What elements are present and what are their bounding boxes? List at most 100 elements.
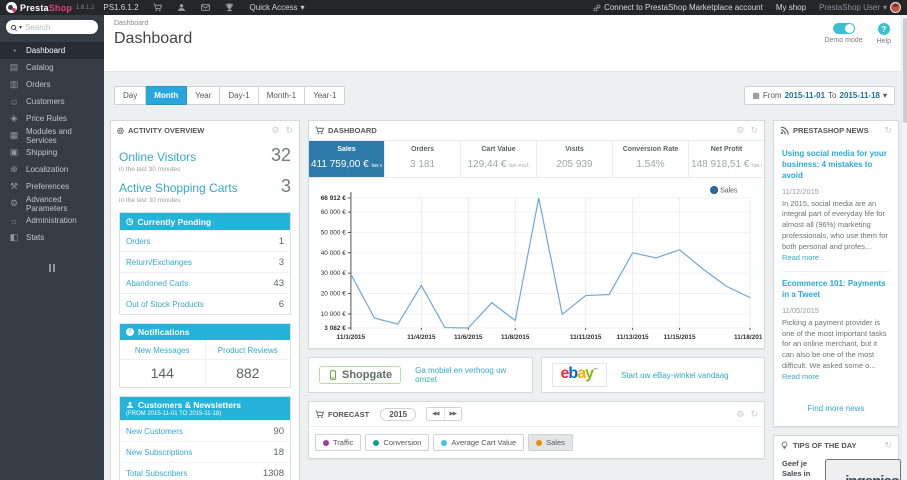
trophy-icon[interactable] <box>225 3 234 12</box>
page-header: Dashboard Dashboard Demo mode ? Help <box>104 15 907 72</box>
sidebar-item-advanced-parameters[interactable]: ⚙ Advanced Parameters <box>0 195 104 213</box>
skip-back-icon[interactable]: ◀◀ <box>427 408 444 420</box>
skip-forward-icon[interactable]: ▶▶ <box>443 408 461 420</box>
new-messages-link[interactable]: New Messages <box>120 342 205 360</box>
bar-chart-icon: ◧ <box>9 232 19 242</box>
shopgate-ad: Shopgate Ga mobiel en verhoog uw omzet <box>308 357 533 393</box>
quick-access-menu[interactable]: Quick Access ▾ <box>250 3 305 12</box>
sidebar-item-preferences[interactable]: ⚒ Preferences <box>0 178 104 195</box>
ingenico-logo[interactable]: ingenico Paymentservices <box>824 458 901 480</box>
kpi-orders[interactable]: Orders 3 181 <box>384 141 460 177</box>
kpi-sales[interactable]: Sales 411 759,00 € tax excl. <box>309 141 384 177</box>
refresh-icon[interactable]: ↻ <box>884 126 892 135</box>
sidebar-item-catalog[interactable]: ▤ Catalog <box>0 59 104 76</box>
pending-row: Orders 1 <box>120 230 290 251</box>
book-icon: ▤ <box>9 62 19 72</box>
user-menu[interactable]: PrestaShop User ▾ <box>819 2 901 13</box>
sidebar-item-price-rules[interactable]: ◈ Price Rules <box>0 110 104 127</box>
refresh-icon[interactable]: ↻ <box>884 440 892 450</box>
find-more-news-link[interactable]: Find more news <box>808 404 865 413</box>
news-title-link[interactable]: Using social media for your business: 4 … <box>782 149 890 181</box>
main-area: Dashboard Dashboard Demo mode ? Help Day… <box>104 15 907 480</box>
demo-mode-toggle[interactable] <box>832 23 855 34</box>
refresh-icon[interactable]: ↻ <box>285 126 293 135</box>
tips-of-the-day-panel: TIPS OF THE DAY ↻ Geef je Sales in het b… <box>773 434 901 480</box>
news-excerpt: Picking a payment provider is one of the… <box>782 317 887 382</box>
ebay-link[interactable]: Start uw eBay-winkel vandaag <box>621 371 729 380</box>
notifications-section: ! Notifications New Messages 144 Product… <box>119 323 291 388</box>
legend-traffic-button[interactable]: Traffic <box>315 434 362 451</box>
news-title-link[interactable]: Ecommerce 101: Payments in a Tweet <box>782 279 890 301</box>
person-icon[interactable] <box>177 3 186 12</box>
new-subscriptions-link[interactable]: New Subscriptions <box>126 448 192 457</box>
sidebar-item-shipping[interactable]: ▣ Shipping <box>0 144 104 161</box>
ebay-logo[interactable]: ebay™ <box>551 363 607 387</box>
scrollbar-thumb[interactable] <box>903 18 907 123</box>
range-day-button[interactable]: Day <box>114 86 147 105</box>
active-carts-subtitle: in the last 30 minutes <box>119 197 181 204</box>
calendar-icon: ▦ <box>752 91 760 100</box>
legend-sales-button[interactable]: Sales <box>528 434 573 451</box>
legend-conversion-button[interactable]: Conversion <box>365 434 430 451</box>
refresh-icon[interactable]: ↻ <box>750 126 758 135</box>
sidebar-item-modules[interactable]: ▦ Modules and Services <box>0 127 104 145</box>
gear-icon[interactable]: ⚙ <box>271 126 279 135</box>
product-reviews-link[interactable]: Product Reviews <box>205 342 290 360</box>
chevron-down-icon: ▾ <box>300 3 305 12</box>
my-shop-link[interactable]: My shop <box>776 3 806 12</box>
sidebar-item-stats[interactable]: ◧ Stats <box>0 229 104 246</box>
kpi-conversion-rate[interactable]: Conversion Rate 1.54% <box>612 141 688 177</box>
sidebar-item-customers[interactable]: ☺ Customers <box>0 93 104 110</box>
new-messages-value: 144 <box>150 365 174 381</box>
svg-text:3 082 €: 3 082 € <box>324 325 346 332</box>
sidebar-item-dashboard[interactable]: ◔ Dashboard <box>0 42 104 59</box>
returns-link[interactable]: Return/Exchanges <box>126 258 192 267</box>
currently-pending-section: ◷ Currently Pending Orders 1 Return/Exch… <box>119 212 291 315</box>
sidebar-item-administration[interactable]: ☼ Administration <box>0 212 104 229</box>
active-carts-link[interactable]: Active Shopping Carts <box>119 181 238 195</box>
svg-text:11/13/2015: 11/13/2015 <box>617 334 649 341</box>
sidebar-item-localization[interactable]: ⊕ Localization <box>0 161 104 178</box>
breadcrumb[interactable]: Dashboard <box>114 20 893 27</box>
news-item: Using social media for your business: 4 … <box>782 142 890 271</box>
online-visitors-link[interactable]: Online Visitors <box>119 150 196 164</box>
cog-icon: ☼ <box>9 215 19 226</box>
marketplace-link[interactable]: Connect to PrestaShop Marketplace accoun… <box>593 3 763 12</box>
range-month-1-button[interactable]: Month-1 <box>258 86 306 105</box>
legend-average-cart-value-button[interactable]: Average Cart Value <box>433 434 525 451</box>
shopgate-link[interactable]: Ga mobiel en verhoog uw omzet <box>415 366 521 384</box>
search-input[interactable] <box>25 22 93 32</box>
sidebar-item-orders[interactable]: ▥ Orders <box>0 76 104 93</box>
help-button[interactable]: ? <box>877 23 890 35</box>
range-year-button[interactable]: Year <box>187 86 221 105</box>
read-more-link[interactable]: Read more <box>782 372 819 381</box>
topbar-right: Connect to PrestaShop Marketplace accoun… <box>593 2 901 13</box>
range-year-1-button[interactable]: Year-1 <box>305 86 346 105</box>
svg-text:60 000 €: 60 000 € <box>321 209 347 216</box>
gear-icon[interactable]: ⚙ <box>736 126 744 135</box>
range-day-1-button[interactable]: Day-1 <box>220 86 259 105</box>
kpi-visits[interactable]: Visits 205 939 <box>536 141 612 177</box>
abandoned-carts-link[interactable]: Abandoned Carts <box>126 279 188 288</box>
product-reviews-value: 882 <box>236 365 260 381</box>
total-subscribers-link[interactable]: Total Subscribers <box>126 469 187 478</box>
shopgate-logo[interactable]: Shopgate <box>319 366 402 384</box>
envelope-icon[interactable] <box>200 3 210 12</box>
orders-link[interactable]: Orders <box>126 237 150 246</box>
range-month-button[interactable]: Month <box>146 86 188 105</box>
new-customers-value: 90 <box>273 425 284 437</box>
read-more-link[interactable]: Read more <box>782 253 819 262</box>
cart-icon[interactable] <box>153 3 162 12</box>
collapse-menu-icon[interactable] <box>0 259 104 277</box>
alert-icon: ! <box>126 328 134 336</box>
kpi-net-profit[interactable]: Net Profit 148 918,51 € tax excl. <box>688 141 764 177</box>
kpi-cart-value[interactable]: Cart Value 129,44 € tax excl. <box>460 141 536 177</box>
date-range-picker[interactable]: ▦ From 2015-11-01 To 2015-11-18 ▾ <box>744 86 895 105</box>
gear-icon[interactable]: ⚙ <box>736 409 744 419</box>
refresh-icon[interactable]: ↻ <box>750 409 758 419</box>
chevron-down-icon: ▾ <box>882 91 887 100</box>
prestashop-logo[interactable]: PrestaShop 1.6.1.2 <box>6 2 94 13</box>
out-of-stock-link[interactable]: Out of Stock Products <box>126 300 204 309</box>
sidebar-search[interactable]: ▾ <box>6 20 98 34</box>
new-customers-link[interactable]: New Customers <box>126 427 183 436</box>
